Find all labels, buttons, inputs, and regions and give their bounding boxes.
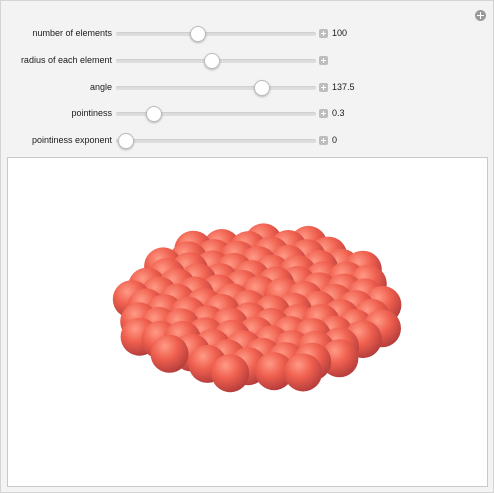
manipulate-panel: number of elements 100 radius of each el… <box>0 0 494 493</box>
control-radius-of-each-element: radius of each element <box>1 52 494 70</box>
slider-thumb[interactable] <box>204 53 220 69</box>
control-value: 137.5 <box>332 82 355 92</box>
plus-icon[interactable] <box>319 29 328 38</box>
slider-thumb[interactable] <box>118 133 134 149</box>
control-label: angle <box>89 82 112 92</box>
control-value: 0 <box>332 135 338 145</box>
control-value: 100 <box>332 28 348 38</box>
control-label: pointiness <box>71 108 112 118</box>
control-value: 0.3 <box>332 108 345 118</box>
slider-track[interactable] <box>116 106 316 122</box>
slider-track[interactable] <box>116 53 316 69</box>
plus-icon[interactable] <box>319 56 328 65</box>
expand-options-icon[interactable] <box>475 10 486 21</box>
plus-icon[interactable] <box>319 83 328 92</box>
slider-track[interactable] <box>116 80 316 96</box>
sphere-cluster-render[interactable] <box>8 158 487 486</box>
plus-icon[interactable] <box>319 109 328 118</box>
slider-thumb[interactable] <box>254 80 270 96</box>
control-angle: angle 137.5 <box>1 79 494 97</box>
control-label: pointiness exponent <box>31 135 112 145</box>
3d-graphics-viewport[interactable] <box>7 157 488 487</box>
sphere-element <box>284 353 323 392</box>
control-pointiness-exponent: pointiness exponent 0 <box>1 132 494 150</box>
sphere-element <box>150 334 189 373</box>
sphere-element <box>211 354 250 393</box>
control-number-of-elements: number of elements 100 <box>1 25 494 43</box>
slider-thumb[interactable] <box>190 26 206 42</box>
control-label: number of elements <box>32 28 112 38</box>
plus-icon[interactable] <box>319 136 328 145</box>
slider-track[interactable] <box>116 26 316 42</box>
slider-track[interactable] <box>116 133 316 149</box>
slider-thumb[interactable] <box>146 106 162 122</box>
control-pointiness: pointiness 0.3 <box>1 105 494 123</box>
control-label: radius of each element <box>20 55 112 65</box>
